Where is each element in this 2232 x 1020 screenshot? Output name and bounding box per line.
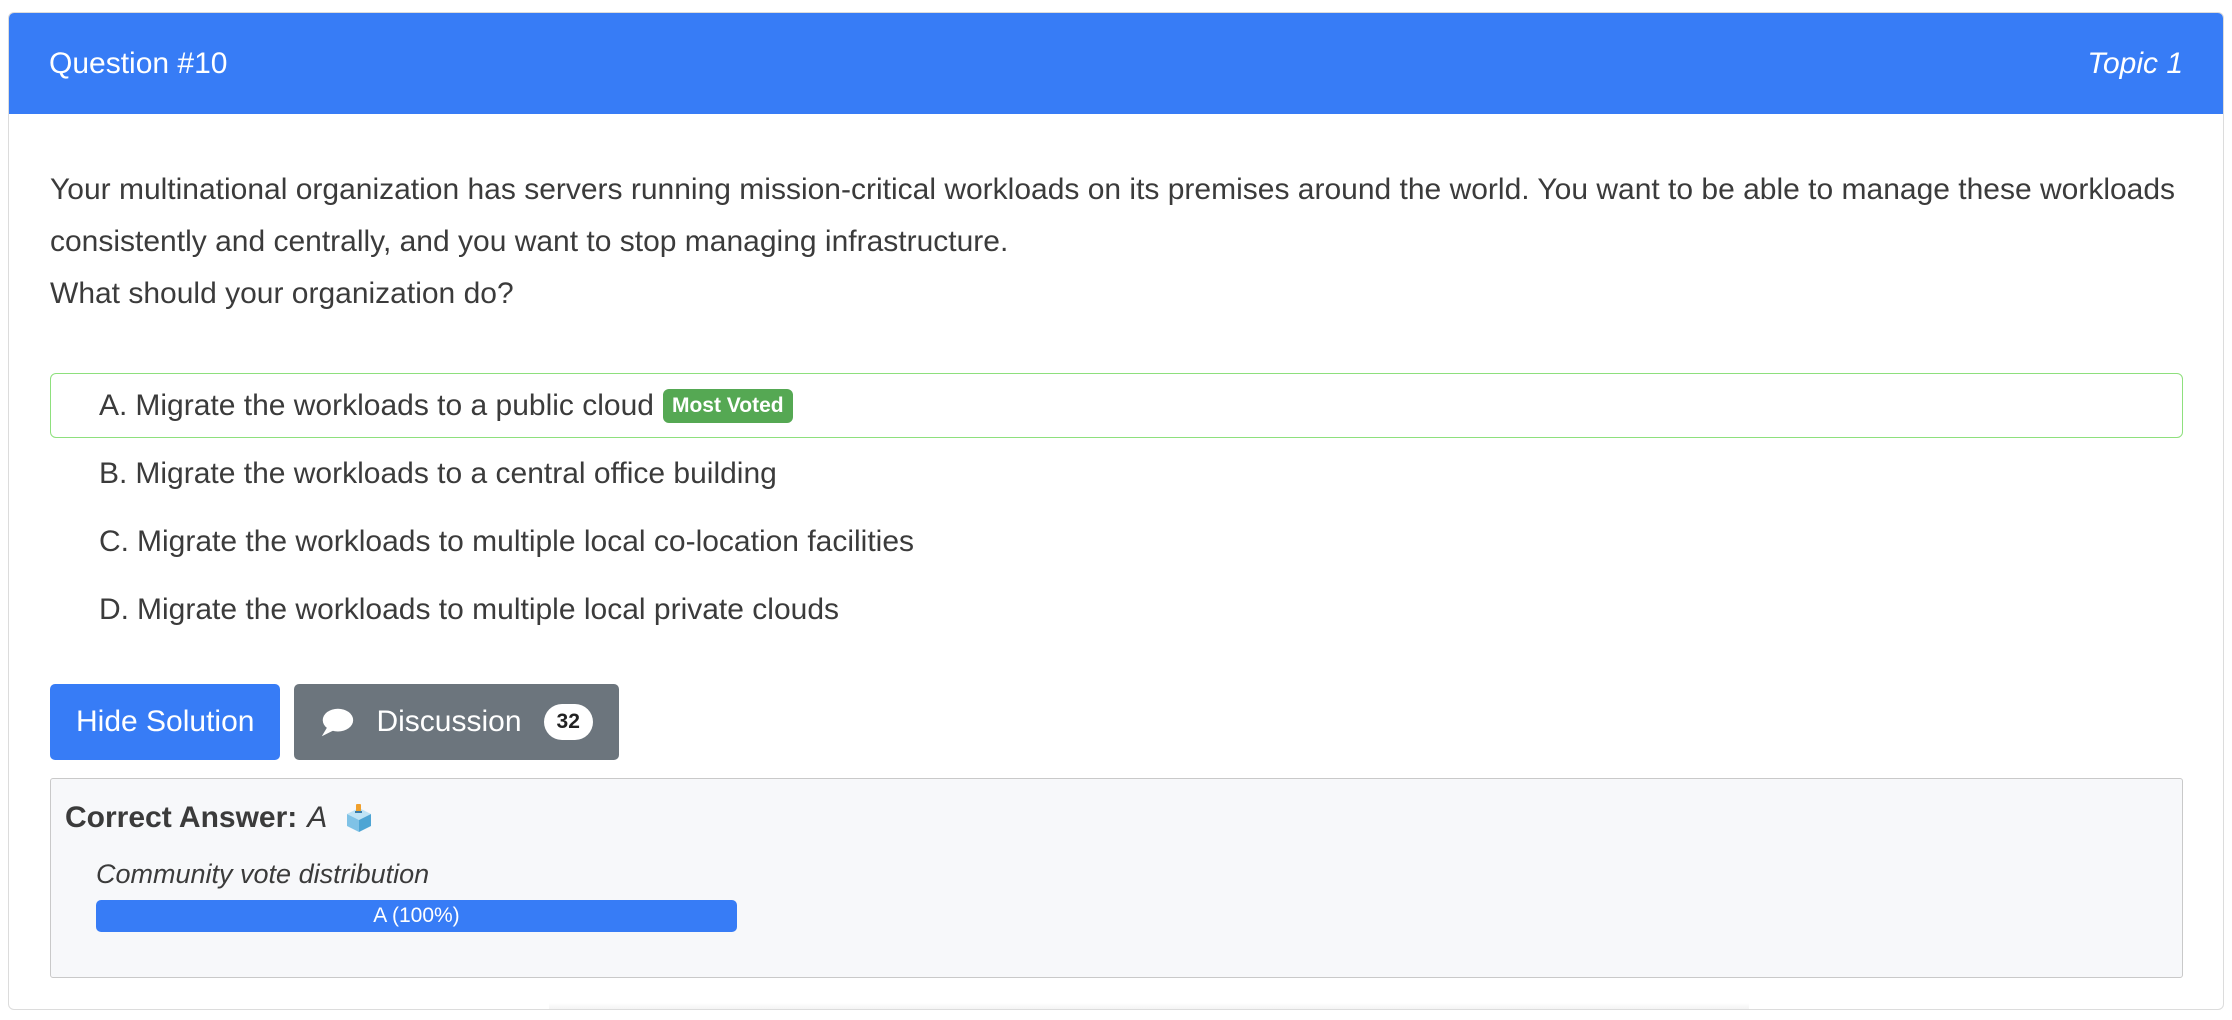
option-text: Migrate the workloads to multiple local … — [137, 524, 915, 558]
vote-bar-segment-a: A (100%) — [96, 900, 737, 932]
option-text: Migrate the workloads to multiple local … — [137, 592, 839, 626]
question-text: Your multinational organization has serv… — [50, 164, 2183, 320]
discussion-label: Discussion — [376, 705, 522, 738]
option-text: Migrate the workloads to a public cloud — [135, 388, 654, 422]
correct-answer: Correct Answer: A — [65, 801, 2168, 835]
question-statement: Your multinational organization has serv… — [50, 173, 2176, 258]
vote-distribution-title: Community vote distribution — [96, 859, 430, 889]
option-letter: B. — [99, 456, 128, 490]
solution-box: Correct Answer: A Community vote distrib… — [50, 778, 2183, 978]
option-text: Migrate the workloads to a central offic… — [135, 456, 777, 490]
discussion-count-badge: 32 — [543, 704, 593, 740]
option-a[interactable]: A. Migrate the workloads to a public clo… — [50, 373, 2183, 438]
discussion-button[interactable]: Discussion 32 — [294, 684, 619, 760]
footer-shadow — [549, 1003, 1749, 1009]
answer-options: A. Migrate the workloads to a public clo… — [50, 373, 2183, 642]
question-body: Your multinational organization has serv… — [9, 164, 2223, 978]
question-prompt: What should your organization do? — [50, 277, 514, 310]
action-buttons: Hide Solution Discussion 32 — [50, 684, 2183, 760]
most-voted-badge: Most Voted — [662, 388, 793, 423]
topic-label: Topic 1 — [2087, 46, 2183, 80]
ballot-box-icon — [347, 804, 372, 832]
correct-answer-label: Correct Answer: — [65, 801, 298, 834]
hide-solution-button[interactable]: Hide Solution — [50, 684, 281, 760]
option-letter: A. — [99, 388, 128, 422]
chat-bubble-icon — [322, 708, 354, 737]
option-letter: C. — [99, 524, 129, 558]
option-c[interactable]: C. Migrate the workloads to multiple loc… — [50, 509, 2183, 574]
vote-bar: A (100%) — [96, 900, 737, 932]
option-b[interactable]: B. Migrate the workloads to a central of… — [50, 441, 2183, 506]
option-letter: D. — [99, 592, 129, 626]
option-d[interactable]: D. Migrate the workloads to multiple loc… — [50, 577, 2183, 642]
vote-distribution: Community vote distribution A (100%) — [96, 859, 2168, 932]
question-number: Question #10 — [49, 46, 228, 80]
question-card: Question #10 Topic 1 Your multinational … — [8, 12, 2224, 1010]
question-header: Question #10 Topic 1 — [9, 13, 2223, 114]
correct-answer-value: A — [307, 801, 328, 834]
